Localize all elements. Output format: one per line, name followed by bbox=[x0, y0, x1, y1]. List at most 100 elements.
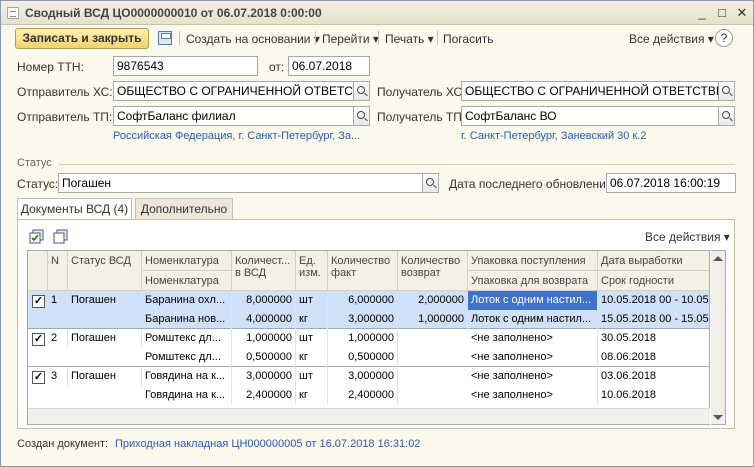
search-icon bbox=[722, 86, 730, 94]
status-field[interactable]: Погашен bbox=[58, 173, 423, 193]
save-close-button[interactable]: Записать и закрыть bbox=[15, 28, 149, 49]
goto-menu[interactable]: Перейти ▾ bbox=[322, 32, 379, 46]
receiver-hs-label: Получатель ХС: bbox=[377, 85, 466, 99]
date-cell: 30.05.2018 bbox=[598, 329, 709, 348]
from-label: от: bbox=[269, 60, 285, 74]
pack-cell: <не заполнено> bbox=[468, 329, 598, 348]
search-icon bbox=[357, 111, 365, 119]
nomenclature-cell: Баранина нов... bbox=[142, 310, 232, 329]
unit-cell: шт bbox=[296, 291, 328, 310]
pack-cell: <не заполнено> bbox=[468, 386, 598, 405]
ttn-field[interactable]: 9876543 bbox=[113, 56, 258, 76]
column-header-qty-vsd[interactable]: Количест... в ВСД bbox=[232, 251, 296, 291]
qty-fact-cell: 2,400000 bbox=[328, 386, 398, 405]
column-header-qty-fact[interactable]: Количество факт bbox=[328, 251, 398, 291]
save-icon[interactable] bbox=[158, 31, 172, 45]
column-header-n[interactable]: N bbox=[48, 251, 68, 291]
qty-fact-cell: 3,000000 bbox=[328, 310, 398, 329]
qty-vsd-cell: 4,000000 bbox=[232, 310, 296, 329]
qty-fact-cell: 1,000000 bbox=[328, 329, 398, 348]
all-actions-menu[interactable]: Все действия ▾ bbox=[629, 32, 714, 46]
qty-vsd-cell: 1,000000 bbox=[232, 329, 296, 348]
horizontal-scrollbar[interactable] bbox=[28, 408, 710, 424]
row-checkbox[interactable]: ✓ bbox=[32, 371, 45, 384]
date-cell: 08.06.2018 bbox=[598, 348, 709, 367]
column-header-nomenclature[interactable]: Номенклатура bbox=[142, 251, 232, 271]
column-header-nomenclature-2[interactable]: Номенклатура bbox=[142, 271, 232, 291]
created-document-label: Создан документ: bbox=[17, 438, 109, 450]
pack-cell: <не заполнено> bbox=[468, 348, 598, 367]
nomenclature-cell: Ромштекс дл... bbox=[142, 329, 232, 348]
table-all-actions-menu[interactable]: Все действия ▾ bbox=[645, 230, 730, 244]
tab-documents[interactable]: Документы ВСД (4) bbox=[17, 198, 132, 220]
status-select-button[interactable] bbox=[423, 173, 439, 193]
column-header-pack-in[interactable]: Упаковка поступления bbox=[468, 251, 598, 271]
redeem-button[interactable]: Погасить bbox=[443, 32, 494, 46]
row-checkbox[interactable]: ✓ bbox=[32, 295, 45, 308]
ttn-label: Номер ТТН: bbox=[17, 60, 84, 74]
unit-cell: кг bbox=[296, 310, 328, 329]
tab-additional[interactable]: Дополнительно bbox=[135, 198, 233, 219]
section-divider bbox=[59, 164, 735, 165]
table-row[interactable]: ✓ 2 Погашен Ромштекс дл... 1,000000 шт 1… bbox=[28, 329, 709, 367]
nomenclature-cell: Ромштекс дл... bbox=[142, 348, 232, 367]
sender-address-link[interactable]: Российская Федерация, г. Санкт-Петербург… bbox=[113, 130, 360, 142]
updated-field[interactable]: 06.07.2018 16:00:19 bbox=[606, 173, 736, 193]
receiver-address-link[interactable]: г. Санкт-Петербург, Заневский 30 к.2 bbox=[461, 130, 646, 142]
from-date-field[interactable]: 06.07.2018 bbox=[288, 56, 370, 76]
qty-vsd-cell: 0,500000 bbox=[232, 348, 296, 367]
qty-fact-cell: 6,000000 bbox=[328, 291, 398, 310]
minimize-button[interactable]: _ bbox=[693, 4, 711, 21]
sender-tp-field[interactable]: СофтБаланс филиал bbox=[113, 106, 354, 126]
table-row[interactable]: ✓ 3 Погашен Говядина на к... 3,000000 шт… bbox=[28, 367, 709, 405]
column-header-unit[interactable]: Ед. изм. bbox=[296, 251, 328, 291]
unit-cell: кг bbox=[296, 348, 328, 367]
qty-vsd-cell: 2,400000 bbox=[232, 386, 296, 405]
help-button[interactable]: ? bbox=[715, 29, 733, 47]
search-icon bbox=[722, 111, 730, 119]
row-checkbox[interactable]: ✓ bbox=[32, 333, 45, 346]
row-number: 1 bbox=[48, 291, 68, 310]
create-based-menu[interactable]: Создать на основании ▾ bbox=[186, 32, 320, 46]
vertical-scrollbar[interactable] bbox=[711, 250, 726, 425]
updated-label: Дата последнего обновления: bbox=[449, 177, 616, 191]
scroll-up-icon[interactable] bbox=[713, 256, 723, 261]
column-header-expiry[interactable]: Срок годности bbox=[598, 271, 709, 291]
receiver-hs-select-button[interactable] bbox=[719, 81, 735, 101]
pack-cell: <не заполнено> bbox=[468, 367, 598, 386]
qty-fact-cell: 3,000000 bbox=[328, 367, 398, 386]
pack-cell[interactable]: Лоток с одним настил... bbox=[468, 291, 598, 310]
created-document-link[interactable]: Приходная накладная ЦН000000005 от 16.07… bbox=[115, 438, 420, 450]
status-section-title: Статус bbox=[17, 157, 52, 169]
window-title: Сводный ВСД ЦО0000000010 от 06.07.2018 0… bbox=[25, 6, 322, 20]
maximize-button[interactable]: □ bbox=[713, 4, 731, 21]
receiver-hs-field[interactable]: ОБЩЕСТВО С ОГРАНИЧЕННОЙ ОТВЕТСТВЕННОСТЬЮ bbox=[461, 81, 719, 101]
unit-cell: кг bbox=[296, 386, 328, 405]
sender-hs-field[interactable]: ОБЩЕСТВО С ОГРАНИЧЕННОЙ ОТВЕТСТВЕННОСТЬЮ bbox=[113, 81, 354, 101]
close-button[interactable]: ✕ bbox=[733, 4, 751, 21]
date-cell: 10.05.2018 00 - 10.05 bbox=[598, 291, 709, 310]
receiver-tp-select-button[interactable] bbox=[719, 106, 735, 126]
print-menu[interactable]: Печать ▾ bbox=[385, 32, 434, 46]
status-label: Статус: bbox=[17, 177, 59, 191]
column-header-status[interactable]: Статус ВСД bbox=[68, 251, 142, 291]
check-all-icon[interactable] bbox=[29, 229, 45, 245]
date-cell: 10.06.2018 bbox=[598, 386, 709, 405]
nomenclature-cell: Баранина охл... bbox=[142, 291, 232, 310]
column-header-pack-return[interactable]: Упаковка для возврата bbox=[468, 271, 598, 291]
qty-vsd-cell: 3,000000 bbox=[232, 367, 296, 386]
toolbar-separator bbox=[179, 31, 180, 45]
receiver-tp-label: Получатель ТП: bbox=[377, 110, 466, 124]
toolbar-separator bbox=[315, 31, 316, 45]
sender-tp-select-button[interactable] bbox=[354, 106, 370, 126]
scroll-down-icon[interactable] bbox=[713, 415, 723, 420]
document-window: Сводный ВСД ЦО0000000010 от 06.07.2018 0… bbox=[0, 0, 754, 467]
column-header-qty-return[interactable]: Количество возврат bbox=[398, 251, 468, 291]
uncheck-all-icon[interactable] bbox=[53, 229, 69, 245]
column-header-prod-date[interactable]: Дата выработки bbox=[598, 251, 709, 271]
qty-return-cell: 2,000000 bbox=[398, 291, 468, 310]
sender-hs-select-button[interactable] bbox=[354, 81, 370, 101]
receiver-tp-field[interactable]: СофтБаланс ВО bbox=[461, 106, 719, 126]
table-row[interactable]: ✓ 1 Погашен Баранина охл... 8,000000 шт … bbox=[28, 291, 709, 329]
date-cell: 15.05.2018 00 - 15.05 bbox=[598, 310, 709, 329]
